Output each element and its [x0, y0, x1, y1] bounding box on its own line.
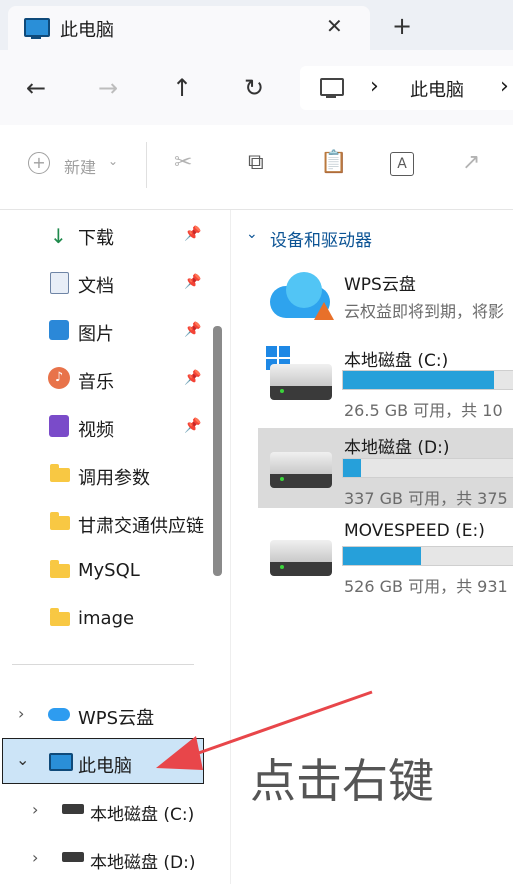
annotation-text: 点击右键: [250, 754, 434, 808]
